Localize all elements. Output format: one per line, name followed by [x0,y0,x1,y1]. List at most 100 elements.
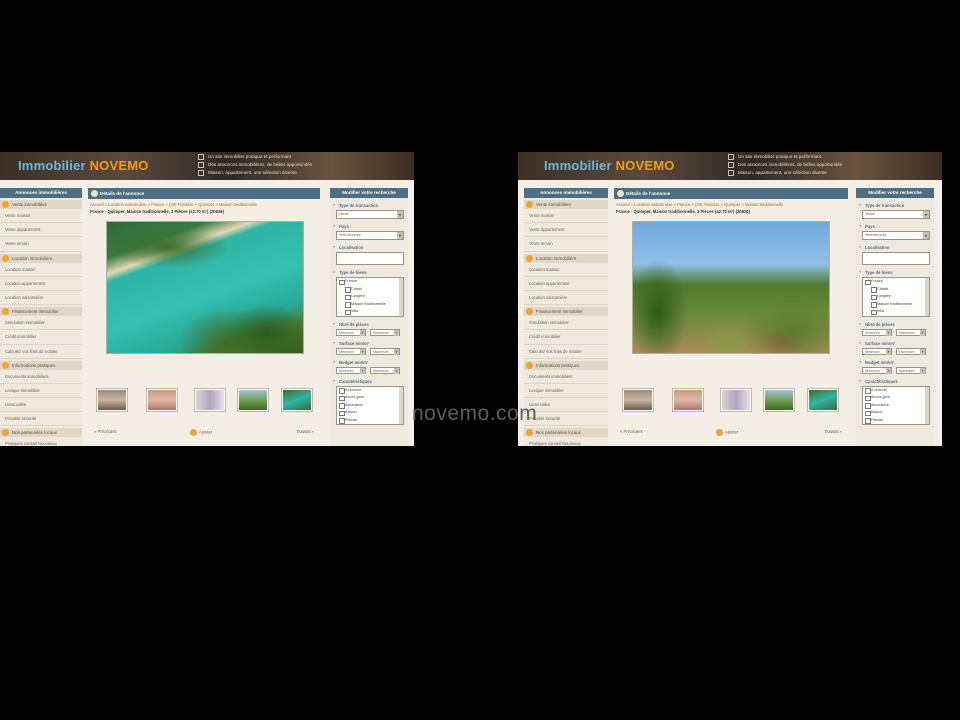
thumbnail[interactable] [96,388,128,412]
checkbox-item[interactable]: Accès gare [863,394,929,402]
nav-item[interactable]: Fiscalité sécurité [0,412,82,427]
nav-item[interactable]: Location saisonnière [0,291,82,306]
site-logo[interactable]: Immobilier NOVEMO [18,158,149,173]
checkbox-item[interactable]: France [863,278,929,286]
checkbox-item[interactable]: Villa [863,308,929,316]
country-select[interactable]: Sélectionnez [862,231,930,240]
checkbox-item[interactable]: A rénover [337,387,403,395]
nav-item[interactable]: Crédit immobilier [0,330,82,345]
features-list[interactable]: A rénover Accès gare Ascenseur Balcon Pi… [862,385,930,425]
surface-max-select[interactable]: Maximum [896,347,926,355]
checkbox-item[interactable]: Balcon [863,409,929,417]
thumbnail[interactable] [194,388,226,412]
budget-max-select[interactable]: Maximum [896,366,926,374]
checkbox-item[interactable]: Longère [337,293,403,301]
next-link[interactable]: Suivant » [825,429,842,434]
surface-max-select[interactable]: Maximum [370,347,400,355]
nav-item[interactable]: Location maison [524,263,608,277]
nav-item[interactable]: Lexique immobilier [524,384,608,399]
nav-category-financement[interactable]: Financement immobilier [0,307,82,317]
nav-item[interactable]: Vente maison [0,209,82,224]
nav-category-infos[interactable]: Informations pratiques [524,360,608,370]
nav-category-vente[interactable]: Vente immobilière [524,200,608,209]
site-logo[interactable]: Immobilier NOVEMO [544,158,675,173]
checkbox-item[interactable]: Balcon [337,409,403,417]
property-photo-garden[interactable] [632,221,830,354]
nav-item[interactable]: Liens utiles [0,398,82,413]
rooms-max-select[interactable]: Maximum [370,328,400,336]
nav-item[interactable]: Calculez vos frais de notaire [0,345,82,359]
location-input[interactable] [862,252,930,265]
nav-item[interactable]: Simulation immobilier [524,316,608,331]
nav-category-location[interactable]: Location immobilière [524,253,608,263]
rooms-min-select[interactable]: Minimum [862,328,892,336]
nav-item[interactable]: Pratiques conseil Nouveaux [524,437,608,446]
checkbox-item[interactable]: Chalet [337,286,403,294]
nav-item[interactable]: Calculez vos frais de notaire [524,345,608,359]
next-link[interactable]: Suivant » [297,429,314,434]
property-type-list[interactable]: France Chalet Longère Maison traditionne… [862,277,930,317]
country-select[interactable]: Sélectionnez [336,231,404,240]
features-list[interactable]: A rénover Accès gare Ascenseur Balcon Pi… [336,385,404,425]
nav-category-partenaires[interactable]: Nos partenaires locaux [0,428,82,438]
prev-link[interactable]: « Précédent [620,429,643,434]
nav-item[interactable]: Location appartement [524,277,608,291]
nav-item[interactable]: Location appartement [0,277,82,291]
checkbox-item[interactable]: Accès gare [337,394,403,402]
nav-item[interactable]: Vente terrain [0,237,82,252]
nav-item[interactable]: Pratiques conseil Nouveaux [0,437,82,446]
thumbnail[interactable] [720,388,752,412]
checkbox-item[interactable]: Maison traditionnelle [863,301,929,309]
budget-min-select[interactable]: Minimum [862,366,892,374]
checkbox-item[interactable]: Maison traditionnelle [337,301,403,309]
surface-min-select[interactable]: Minimum [336,347,366,355]
thumbnail[interactable] [622,388,654,412]
nav-item[interactable]: Documents immobiliers [0,370,82,384]
budget-min-select[interactable]: Minimum [336,366,366,374]
nav-item[interactable]: Location maison [0,263,82,277]
add-link[interactable]: Ajouter [190,429,212,436]
checkbox-item[interactable]: Piscine [337,417,403,425]
thumbnail[interactable] [281,388,313,412]
nav-item[interactable]: Vente appartement [0,223,82,238]
property-type-list[interactable]: France Chalet Longère Maison traditionne… [336,277,404,317]
prev-link[interactable]: « Précédent [94,429,117,434]
rooms-min-select[interactable]: Minimum [336,328,366,336]
checkbox-item[interactable]: France [337,278,403,286]
nav-item[interactable]: Lexique immobilier [0,384,82,399]
location-input[interactable] [336,252,404,265]
checkbox-item[interactable]: A rénover [863,387,929,395]
budget-max-select[interactable]: Maximum [370,366,400,374]
thumbnail[interactable] [672,388,704,412]
nav-item[interactable]: Vente maison [524,209,608,224]
rooms-max-select[interactable]: Maximum [896,328,926,336]
thumbnail[interactable] [763,388,795,412]
transaction-select[interactable]: Vente [862,210,930,219]
add-link[interactable]: Ajouter [716,429,738,436]
nav-category-infos[interactable]: Informations pratiques [0,360,82,370]
thumbnail[interactable] [237,388,269,412]
thumbnail[interactable] [146,388,178,412]
nav-item[interactable]: Simulation immobilier [0,316,82,331]
breadcrumb[interactable]: Accueil » Location saisonnière » France … [88,202,320,207]
nav-item[interactable]: Location saisonnière [524,291,608,306]
checkbox-item[interactable]: Ascenseur [863,402,929,410]
breadcrumb[interactable]: Accueil » Location saisonnière » France … [614,202,848,207]
nav-category-location[interactable]: Location immobilière [0,253,82,263]
transaction-select[interactable]: Vente [336,210,404,219]
checkbox-item[interactable]: Ascenseur [337,402,403,410]
nav-category-partenaires[interactable]: Nos partenaires locaux [524,428,608,438]
checkbox-item[interactable]: Chalet [863,286,929,294]
checkbox-item[interactable]: Longère [863,293,929,301]
nav-category-vente[interactable]: Vente immobilière [0,200,82,209]
nav-item[interactable]: Vente appartement [524,223,608,238]
nav-item[interactable]: Vente terrain [524,237,608,252]
nav-category-financement[interactable]: Financement immobilier [524,307,608,317]
thumbnail[interactable] [807,388,839,412]
nav-item[interactable]: Documents immobiliers [524,370,608,384]
property-photo-beach[interactable] [106,221,304,354]
nav-item[interactable]: Crédit immobilier [524,330,608,345]
checkbox-item[interactable]: Piscine [863,417,929,425]
checkbox-item[interactable]: Villa [337,308,403,316]
surface-min-select[interactable]: Minimum [862,347,892,355]
